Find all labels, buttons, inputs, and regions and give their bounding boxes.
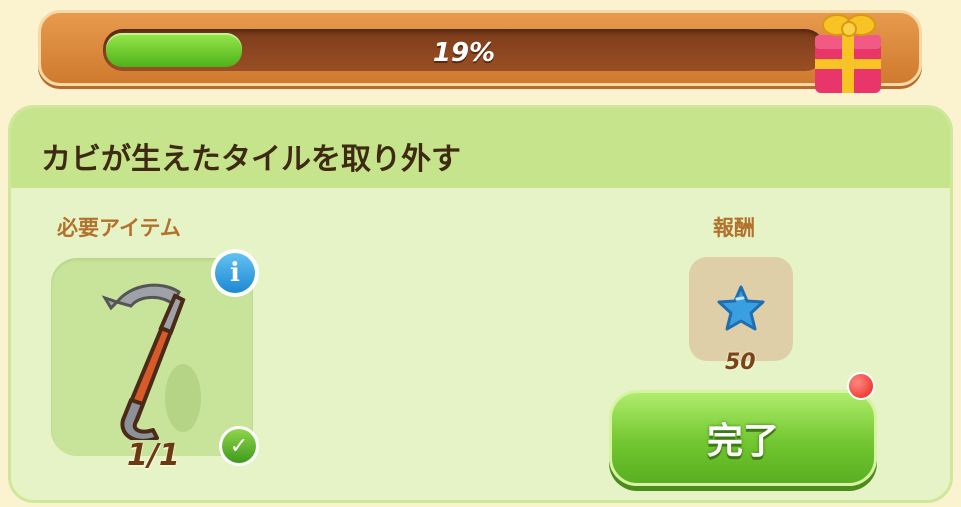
gift-box-icon[interactable] [807, 7, 891, 97]
checkmark-icon: ✓ [222, 429, 256, 463]
complete-button[interactable]: 完了 [609, 390, 877, 486]
quest-title: カビが生えたタイルを取り外す [41, 142, 461, 177]
item-info-button[interactable]: i [211, 249, 259, 297]
quest-panel: カビが生えたタイルを取り外す 必要アイテム i 1/1 ✓ 報酬 50 完了 [8, 105, 953, 503]
item-count: 1/1 [127, 438, 180, 473]
reward-label: 報酬 [713, 216, 755, 240]
required-items-label: 必要アイテム [57, 216, 181, 240]
info-icon: i [215, 253, 255, 293]
requirement-met-badge: ✓ [219, 426, 259, 466]
crowbar-icon [101, 283, 201, 440]
quest-header: カビが生えたタイルを取り外す [11, 108, 950, 188]
progress-banner: 19% [38, 10, 922, 93]
blue-star-icon [717, 285, 765, 331]
reward-amount: 50 [725, 350, 756, 375]
complete-button-label: 完了 [706, 421, 779, 462]
notification-dot [847, 372, 875, 400]
progress-percent: 19% [432, 38, 496, 68]
progress-bar: 19% [103, 29, 825, 71]
reward-card [689, 257, 793, 361]
